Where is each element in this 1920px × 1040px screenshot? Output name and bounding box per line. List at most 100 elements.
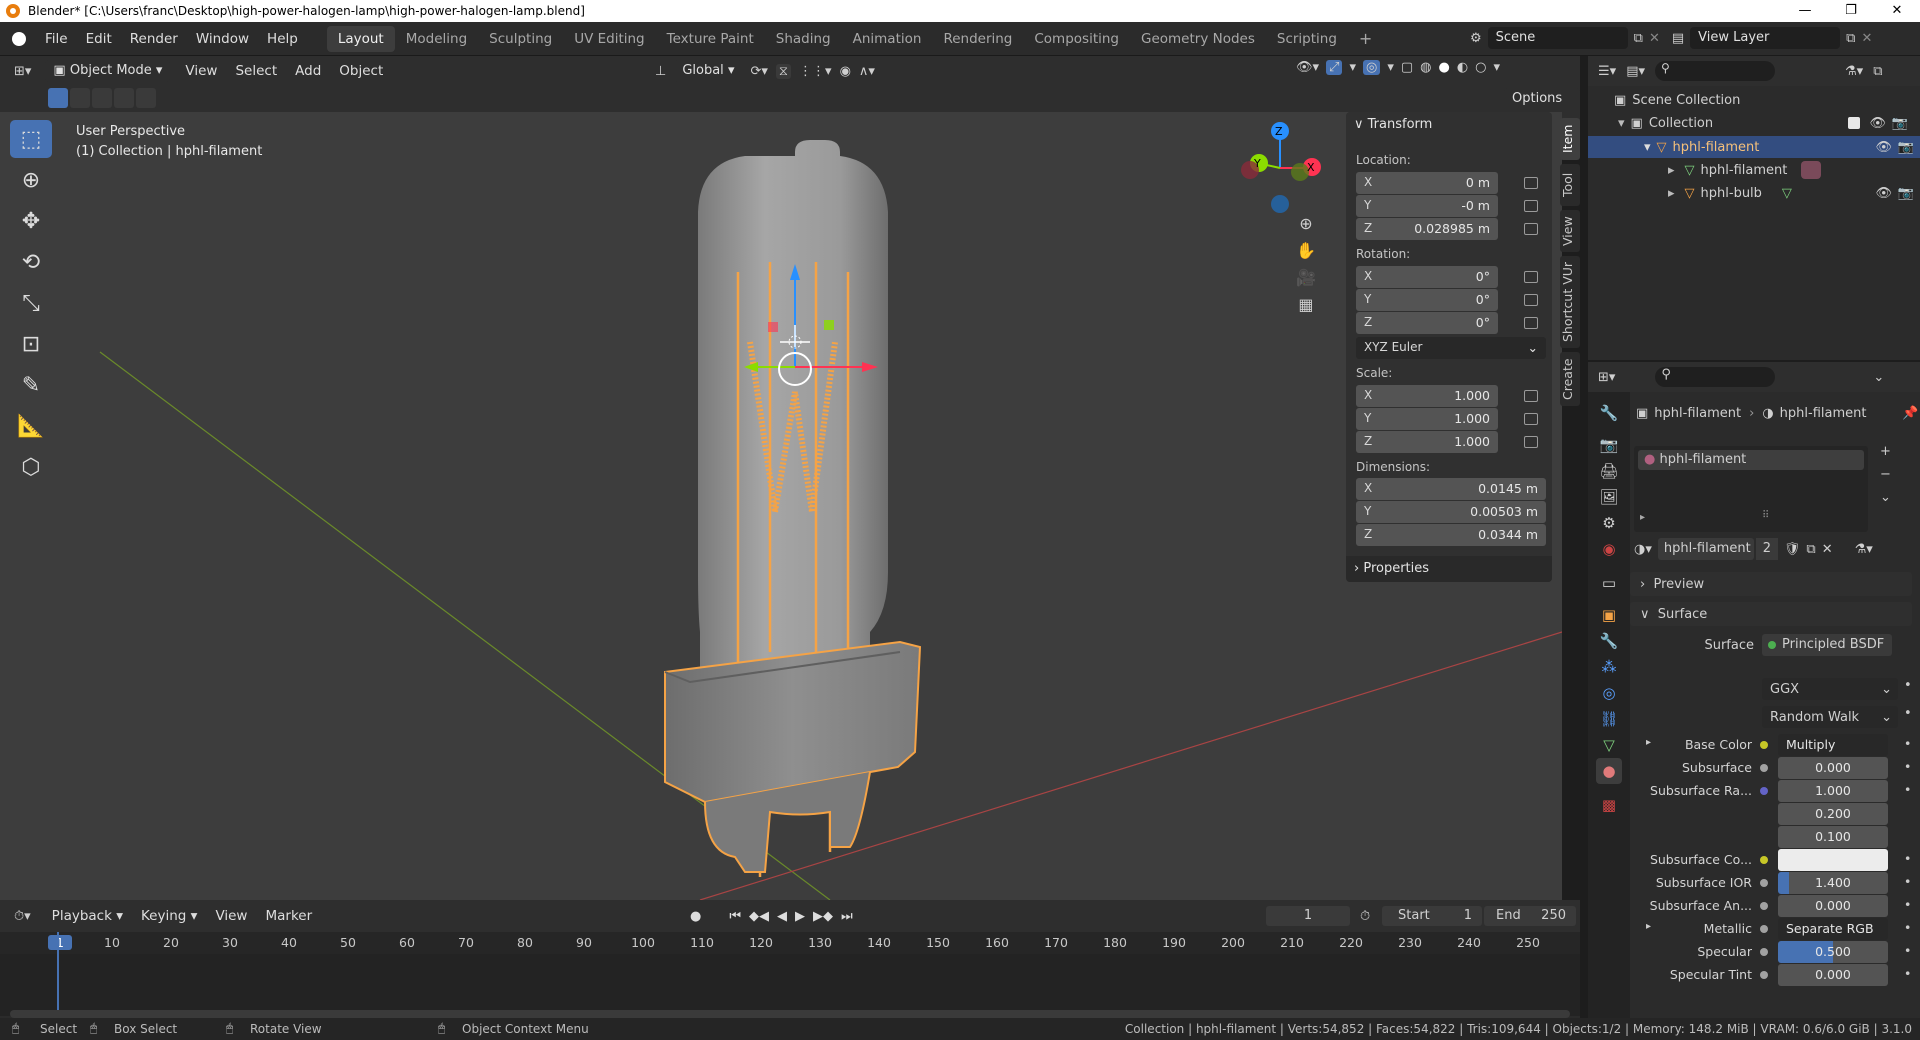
close-window-button[interactable]: ✕ — [1874, 0, 1920, 22]
mode-selector[interactable]: ▣ Object Mode ▾ — [45, 60, 171, 82]
scale-y-field[interactable]: Y 1.000 — [1356, 408, 1498, 430]
playhead[interactable] — [57, 932, 59, 1022]
lock-icon[interactable] — [1524, 200, 1538, 212]
object-tab-icon[interactable]: ▣ — [1596, 602, 1622, 628]
current-frame-field[interactable]: 1 — [1266, 906, 1350, 926]
orientation-selector[interactable]: Global ▾ — [674, 60, 743, 82]
wireframe-shading-icon[interactable]: ◍ — [1420, 60, 1431, 75]
socket-icon[interactable] — [1760, 879, 1768, 887]
snap-target-icon[interactable]: ⋮⋮▾ — [799, 64, 832, 79]
filter-icon[interactable]: ⚗▾ — [1855, 542, 1873, 557]
shader-input-field[interactable]: 0.200 — [1778, 803, 1888, 825]
output-tab-icon[interactable]: 🖨 — [1596, 458, 1622, 484]
cursor-tool-icon[interactable]: ⊕ — [10, 161, 52, 199]
tab-rendering[interactable]: Rendering — [932, 26, 1023, 52]
unlink-icon[interactable]: ✕ — [1822, 542, 1833, 557]
outliner-editor-icon[interactable]: ☰▾ — [1598, 64, 1616, 79]
falloff-icon[interactable]: ∧▾ — [859, 64, 875, 79]
gizmo-toggle-icon[interactable]: ⤢ — [1326, 60, 1343, 75]
preview-panel-header[interactable]: › Preview — [1630, 572, 1912, 596]
checkbox-icon[interactable] — [1848, 117, 1860, 129]
collapse-arrow-icon[interactable]: ▾ — [1644, 140, 1651, 155]
location-z-field[interactable]: Z 0.028985 m — [1356, 218, 1498, 240]
view-layer-selector[interactable]: View Layer — [1690, 27, 1841, 49]
users-count[interactable]: 2 — [1755, 538, 1778, 560]
socket-icon[interactable] — [1760, 787, 1768, 795]
add-cube-tool-icon[interactable]: ⬡ — [10, 448, 52, 486]
tab-view[interactable]: View — [1560, 210, 1580, 252]
keyframe-dot-icon[interactable]: • — [1904, 678, 1912, 693]
display-mode-icon[interactable]: ▤▾ — [1626, 64, 1645, 79]
collection-tab-icon[interactable]: ▭ — [1596, 570, 1622, 596]
shader-input-field[interactable]: 0.000 — [1778, 757, 1888, 779]
outliner-row-bulb[interactable]: ▸ ▽ hphl-bulb ▽ 👁 📷 — [1668, 183, 1920, 203]
jump-end-icon[interactable]: ⏭ — [841, 909, 853, 924]
pan-hand-icon[interactable]: ✋ — [1296, 241, 1316, 260]
scene-icon[interactable]: ⚙ — [1470, 31, 1482, 46]
outliner-search-input[interactable]: ⚲ — [1655, 61, 1775, 81]
tool-tab-icon[interactable]: 🔧 — [1596, 400, 1622, 426]
view-layer-tab-icon[interactable]: 🖼 — [1596, 484, 1622, 510]
filter-icon[interactable]: ⚗▾ — [1845, 64, 1863, 79]
scale-x-field[interactable]: X 1.000 — [1356, 385, 1498, 407]
tab-modeling[interactable]: Modeling — [395, 26, 478, 52]
material-slot-row[interactable]: ● hphl-filament — [1638, 450, 1864, 470]
solid-shading-icon[interactable]: ● — [1438, 60, 1449, 75]
viewport-menu-select[interactable]: Select — [226, 54, 286, 88]
lock-icon[interactable] — [1524, 271, 1538, 283]
slot-specials-icon[interactable]: ⌄ — [1880, 490, 1891, 505]
overlay-toggle-icon[interactable]: ◎ — [1362, 60, 1381, 75]
dimension-z-field[interactable]: Z 0.0344 m — [1356, 524, 1546, 546]
expand-arrow-icon[interactable]: ▸ — [1668, 186, 1675, 201]
timeline-menu-playback[interactable]: Playback ▾ — [43, 899, 132, 933]
constraints-tab-icon[interactable]: ⛓ — [1596, 706, 1622, 732]
record-icon[interactable]: ● — [690, 909, 701, 924]
expand-arrow-icon[interactable]: ▸ — [1640, 512, 1645, 523]
visibility-icon[interactable]: 👁▾ — [1296, 60, 1319, 75]
surface-shader-field[interactable]: Principled BSDF — [1762, 634, 1892, 656]
next-keyframe-icon[interactable]: ▶◆ — [813, 909, 833, 924]
jump-start-icon[interactable]: ⏮ — [729, 909, 741, 924]
frame-ruler[interactable]: 1 10 20 30 40 50 60 70 80 90 100 110 120 130 140 150 160… — [0, 932, 1580, 954]
scale-z-field[interactable]: Z 1.000 — [1356, 431, 1498, 453]
material-browse-icon[interactable]: ◑▾ — [1634, 542, 1652, 557]
keyframe-dot-icon[interactable]: • — [1904, 706, 1912, 721]
fake-user-icon[interactable]: 🛡 — [1784, 542, 1801, 557]
shading-dropdown-icon[interactable]: ▾ — [1494, 60, 1501, 75]
select-mode-subtract-icon[interactable] — [92, 88, 112, 108]
play-reverse-icon[interactable]: ◀ — [777, 909, 787, 924]
zoom-icon[interactable]: ⊕ — [1299, 214, 1312, 233]
shader-input-field[interactable]: Multiply — [1778, 734, 1888, 756]
scene-selector[interactable]: Scene — [1487, 27, 1628, 49]
new-collection-icon[interactable]: ⧉ — [1873, 64, 1882, 79]
scene-tab-icon[interactable]: ⚙ — [1596, 510, 1622, 536]
keyframe-dot-icon[interactable]: • — [1904, 782, 1911, 797]
transform-tool-icon[interactable]: ⊡ — [10, 325, 52, 363]
select-mode-invert-icon[interactable] — [114, 88, 134, 108]
particles-tab-icon[interactable]: ⁂ — [1596, 654, 1622, 680]
socket-icon[interactable] — [1760, 948, 1768, 956]
keyframe-dot-icon[interactable]: • — [1904, 851, 1911, 866]
add-slot-button[interactable]: + — [1880, 444, 1891, 459]
3d-viewport[interactable]: Z X Y User Perspective (1) Collection | … — [0, 112, 1562, 900]
shader-input-field[interactable]: Separate RGB — [1778, 918, 1888, 940]
shader-input-field[interactable]: 1.400 — [1778, 872, 1888, 894]
keyframe-area[interactable] — [0, 954, 1580, 1016]
expand-arrow-icon[interactable]: ▸ — [1646, 737, 1651, 748]
keyframe-dot-icon[interactable]: • — [1904, 736, 1911, 751]
data-tab-icon[interactable]: ▽ — [1596, 732, 1622, 758]
blender-menu-icon[interactable] — [12, 31, 26, 46]
distribution-selector[interactable]: GGX ⌄ — [1762, 678, 1898, 700]
timeline-menu-marker[interactable]: Marker — [256, 899, 321, 933]
lock-icon[interactable] — [1524, 294, 1538, 306]
duplicate-icon[interactable]: ⧉ — [1806, 542, 1815, 557]
tab-geometry-nodes[interactable]: Geometry Nodes — [1130, 26, 1266, 52]
menu-render[interactable]: Render — [121, 22, 187, 56]
remove-scene-icon[interactable]: ✕ — [1649, 31, 1660, 46]
maximize-button[interactable]: ❐ — [1828, 0, 1874, 22]
location-x-field[interactable]: X 0 m — [1356, 172, 1498, 194]
material-name-field[interactable]: hphl-filament — [1657, 538, 1754, 560]
subsurface-method-selector[interactable]: Random Walk ⌄ — [1762, 706, 1898, 728]
camera-icon[interactable]: 📷 — [1898, 140, 1914, 155]
timeline-menu-keying[interactable]: Keying ▾ — [132, 899, 206, 933]
